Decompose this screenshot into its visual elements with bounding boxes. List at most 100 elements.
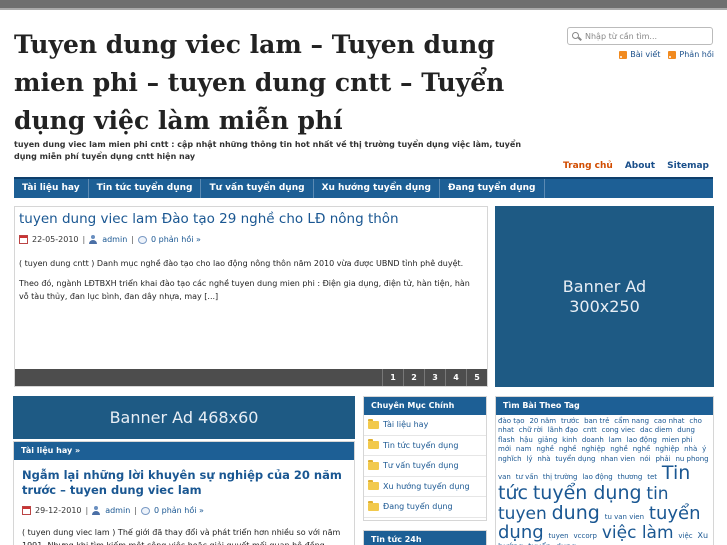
section-post-title[interactable]: Ngẫm lại những lời khuyên sự nghiệp của …	[22, 468, 352, 498]
nav-item-dang-tuyen[interactable]: Đang tuyển dụng	[440, 179, 545, 198]
tag-link[interactable]: tuyen	[549, 532, 569, 540]
tag-link[interactable]: cao nhat	[654, 417, 685, 425]
folder-icon	[368, 418, 379, 429]
top-bar	[0, 0, 727, 10]
home-link[interactable]: Trang chủ	[563, 161, 613, 171]
tag-link[interactable]: giảng	[538, 436, 558, 444]
post-comments-link[interactable]: 0 phản hồi »	[151, 235, 201, 244]
tag-link[interactable]: lam	[609, 436, 622, 444]
tag-link[interactable]: tet	[647, 473, 657, 481]
pager-page-2[interactable]: 2	[403, 369, 424, 386]
tag-link[interactable]: dac diem	[640, 426, 672, 434]
tag-link[interactable]: flash	[498, 436, 515, 444]
tag-link[interactable]: kinh	[562, 436, 577, 444]
user-icon	[92, 506, 101, 515]
tag-link[interactable]: doanh	[582, 436, 604, 444]
pager-page-1[interactable]: 1	[382, 369, 403, 386]
category-item[interactable]: Tư vấn tuyển dụng	[364, 456, 486, 477]
folder-icon	[368, 439, 379, 450]
category-item[interactable]: Đang tuyển dụng	[364, 497, 486, 518]
tag-link[interactable]: nam	[516, 445, 532, 453]
banner-ad-300x250[interactable]: Banner Ad 300x250	[495, 206, 714, 387]
tag-link[interactable]: nhà	[684, 445, 697, 453]
search-box[interactable]	[567, 27, 713, 45]
tag-link[interactable]: mien phi	[662, 436, 693, 444]
sitemap-link[interactable]: Sitemap	[667, 161, 709, 171]
tag-link[interactable]: tuyển dụng	[533, 482, 642, 504]
folder-icon	[368, 459, 379, 470]
tag-link[interactable]: nhan vien	[600, 455, 635, 463]
post-comments-link[interactable]: 0 phản hồi »	[154, 506, 204, 515]
category-item[interactable]: Xu hướng tuyển dụng	[364, 477, 486, 497]
section-post-meta: 29-12-2010 | admin | 0 phản hồi »	[22, 506, 204, 515]
ad300-line2: 300x250	[569, 296, 640, 316]
tag-link[interactable]: tu van vien	[605, 513, 644, 521]
tag-link[interactable]: tuyển dụng	[555, 455, 595, 463]
pager-page-5[interactable]: 5	[466, 369, 487, 386]
tag-link[interactable]: nghề	[633, 445, 651, 453]
posts-feed-label: Bài viết	[630, 50, 661, 59]
tag-link[interactable]: lãnh đạo	[548, 426, 578, 434]
tag-link[interactable]: mới	[498, 445, 511, 453]
folder-icon	[368, 480, 379, 491]
comments-feed-link[interactable]: Phản hồi	[668, 50, 714, 59]
nav-item-tai-lieu-hay[interactable]: Tài liệu hay	[14, 179, 89, 198]
tag-link[interactable]: chữ rời	[519, 426, 543, 434]
pager-page-3[interactable]: 3	[424, 369, 445, 386]
tag-link[interactable]: nghề	[610, 445, 628, 453]
nav-item-xu-huong[interactable]: Xu hướng tuyển dụng	[314, 179, 440, 198]
category-label: Xu hướng tuyển dụng	[383, 481, 470, 491]
banner-ad-468x60[interactable]: Banner Ad 468x60	[13, 396, 355, 439]
tag-link[interactable]: nghiệp	[655, 445, 679, 453]
tag-link[interactable]: nghề	[536, 445, 554, 453]
tag-link[interactable]: lao động	[627, 436, 657, 444]
featured-post-title[interactable]: tuyen dung viec lam Đào tạo 29 nghề cho …	[19, 211, 399, 227]
section-header-link[interactable]: Tài liệu hay »	[14, 442, 354, 460]
featured-post-para2: Theo đó, ngành LĐTBXH triển khai đào tạo…	[19, 279, 470, 301]
tag-link[interactable]: tư vấn	[516, 473, 538, 481]
tag-link[interactable]: thương	[618, 473, 643, 481]
tag-link[interactable]: lao động	[582, 473, 612, 481]
ad468-text: Banner Ad 468x60	[109, 408, 259, 427]
tag-link[interactable]: đào tạo	[498, 417, 525, 425]
categories-header: Chuyên Mục Chính	[364, 397, 486, 415]
featured-post-meta: 22-05-2010 | admin | 0 phản hồi »	[19, 235, 201, 244]
tag-link[interactable]: van	[498, 473, 511, 481]
tag-link[interactable]: nghề	[559, 445, 577, 453]
posts-feed-link[interactable]: Bài viết	[619, 50, 660, 59]
tag-link[interactable]: lý	[526, 455, 532, 463]
tag-link[interactable]: nhà	[537, 455, 550, 463]
tag-link[interactable]: cẩm nang	[614, 417, 649, 425]
site-title[interactable]: Tuyen dung viec lam – Tuyen dung mien ph…	[14, 26, 559, 140]
tag-cloud: đào tạo 20 năm trước ban trẻ cẩm nang ca…	[496, 415, 713, 545]
news-header: Tin tức 24h	[364, 531, 486, 545]
tag-link[interactable]: việc làm	[602, 523, 674, 543]
tag-link[interactable]: nghiệp	[581, 445, 605, 453]
tag-link[interactable]: ban trẻ	[584, 417, 609, 425]
category-item[interactable]: Tin tức tuyển dụng	[364, 436, 486, 456]
nav-item-tu-van[interactable]: Tư vấn tuyển dụng	[201, 179, 314, 198]
post-author-link[interactable]: admin	[102, 235, 127, 244]
tag-link[interactable]: nói	[640, 455, 651, 463]
tag-link[interactable]: dung	[677, 426, 695, 434]
pager-page-4[interactable]: 4	[445, 369, 466, 386]
tag-link[interactable]: hậu	[520, 436, 533, 444]
tag-link[interactable]: 20 năm	[529, 417, 556, 425]
nav-item-tin-tuc[interactable]: Tin tức tuyển dụng	[89, 179, 202, 198]
tag-link[interactable]: dung	[552, 502, 600, 524]
tag-link[interactable]: cntt	[583, 426, 597, 434]
tag-link[interactable]: cong viec	[602, 426, 635, 434]
tag-link[interactable]: trước	[561, 417, 579, 425]
feed-links: Bài viết Phản hồi	[619, 50, 714, 59]
tag-link[interactable]: thị trường	[543, 473, 578, 481]
search-input[interactable]	[585, 31, 705, 41]
tag-link[interactable]: vccorp	[574, 532, 597, 540]
section-post: Tài liệu hay » Ngẫm lại những lời khuyên…	[13, 441, 355, 545]
tag-link[interactable]: việc	[678, 532, 692, 540]
post-author-link[interactable]: admin	[105, 506, 130, 515]
featured-post: tuyen dung viec lam Đào tạo 29 nghề cho …	[14, 206, 488, 387]
category-item[interactable]: Tài liệu hay	[364, 415, 486, 436]
categories-widget: Chuyên Mục Chính Tài liệu hay Tin tức tu…	[363, 396, 487, 521]
about-link[interactable]: About	[625, 161, 655, 171]
slider-pager: 1 2 3 4 5	[15, 369, 487, 386]
